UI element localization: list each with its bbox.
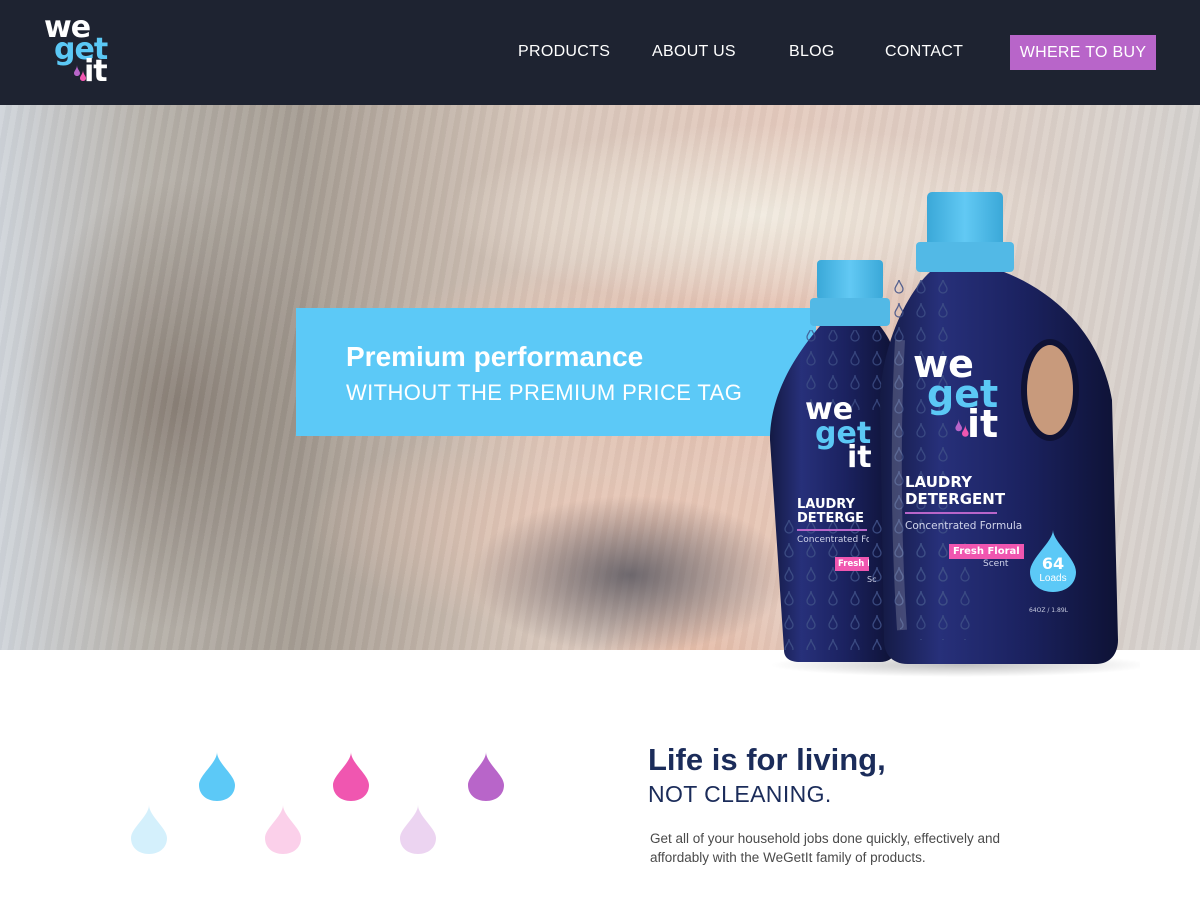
bottle-small-divider — [797, 529, 867, 531]
nav-products[interactable]: PRODUCTS — [518, 43, 610, 61]
bottle-large-product-line1: LAUDRY — [905, 473, 972, 491]
tagline-subtitle: NOT CLEANING. — [648, 781, 832, 807]
bottle-small-logo-it: it — [847, 440, 872, 475]
nav-contact[interactable]: CONTACT — [885, 43, 963, 61]
hero-banner: Premium performance WITHOUT THE PREMIUM … — [296, 308, 816, 436]
drop-light-purple-icon — [400, 805, 436, 854]
brand-logo[interactable]: we get it — [44, 12, 116, 90]
tagline-title: Life is for living, — [648, 742, 886, 777]
where-to-buy-button[interactable]: WHERE TO BUY — [1010, 35, 1156, 70]
bottle-small-product-line2: DETERGE — [797, 512, 864, 526]
logo-word-it: it — [84, 54, 108, 89]
bottle-large-scent-badge: Fresh Floral — [949, 544, 1024, 559]
drop-blue-icon — [199, 752, 235, 801]
hero-title: Premium performance — [346, 341, 644, 372]
bottle-small-product-line1: LAUDRY — [797, 497, 856, 512]
loads-count: 64 — [1041, 554, 1065, 573]
site-header: we get it PRODUCTS ABOUT US BLOG CONTACT… — [0, 0, 1200, 105]
bottle-small-scent-label: Scent — [867, 575, 877, 584]
bottle-large-scent-label: Scent — [983, 559, 1009, 569]
bottle-large-product-line2: DETERGENT — [905, 490, 1006, 508]
bottle-large-size: 64OZ / 1.89L — [1029, 607, 1069, 614]
logo-drop-icon — [74, 65, 86, 81]
tagline-body: Get all of your household jobs done quic… — [650, 831, 1000, 865]
bottle-large-drop-icon — [955, 419, 969, 437]
drop-pink-icon — [333, 752, 369, 801]
bottle-small-label: we get it LAUDRY DETERGE Concentrated Fo… — [797, 394, 877, 584]
loads-badge: 64 Loads — [1028, 528, 1078, 594]
bottle-small-logo: we get it — [797, 394, 877, 482]
hero-dark-sweater — [470, 495, 790, 650]
decorative-drops — [131, 752, 504, 854]
drop-light-blue-icon — [131, 805, 167, 854]
nav-about-us[interactable]: ABOUT US — [652, 43, 736, 61]
drop-purple-icon — [468, 752, 504, 801]
bottle-large-formula: Concentrated Formula — [905, 520, 1023, 532]
drop-light-pink-icon — [265, 805, 301, 854]
bottle-large-label: we get it LAUDRY DETERGENT Concentrated … — [905, 345, 1068, 614]
hero-subtitle: WITHOUT THE PREMIUM PRICE TAG — [346, 380, 743, 405]
bottle-small-scent-badge: Fresh Flo — [835, 557, 869, 571]
loads-label: Loads — [1039, 573, 1067, 584]
bottle-large-logo: we get it — [905, 345, 1025, 450]
bottle-large-logo-it: it — [967, 402, 999, 446]
bottle-large-divider — [905, 512, 997, 514]
nav-blog[interactable]: BLOG — [789, 43, 835, 61]
bottle-small-formula: Concentrated For — [797, 535, 869, 545]
